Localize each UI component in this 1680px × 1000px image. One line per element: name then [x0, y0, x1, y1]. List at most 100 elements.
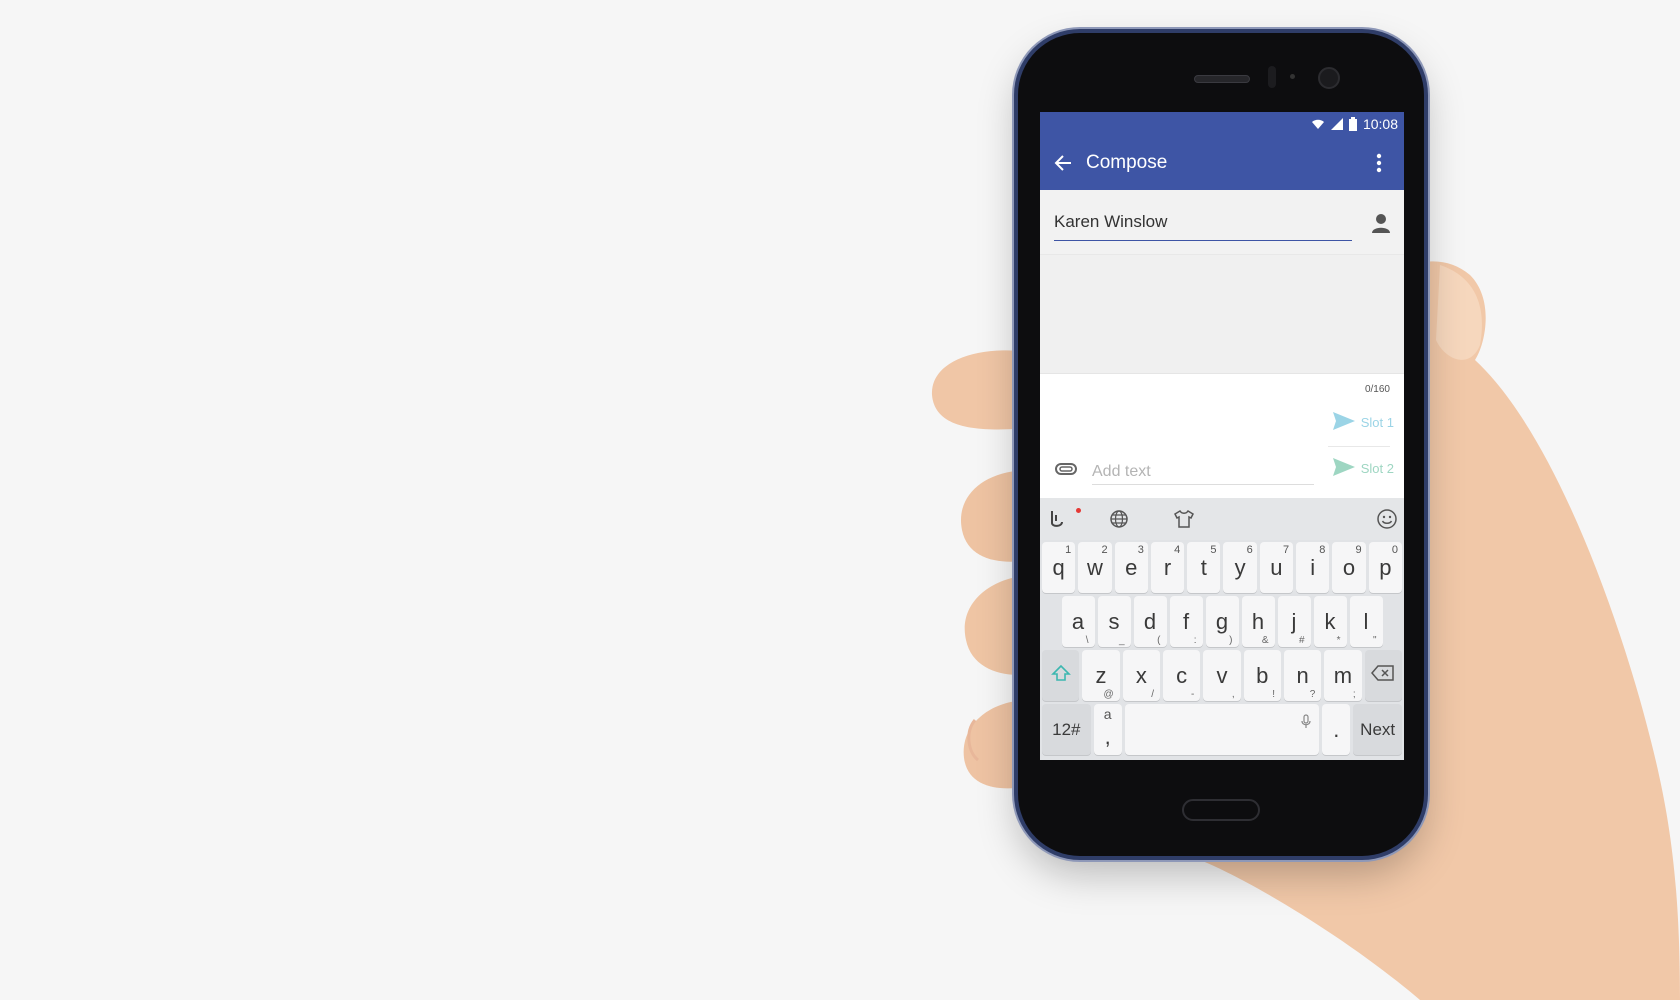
key-label: c — [1176, 662, 1188, 688]
key-label: h — [1251, 608, 1265, 634]
recipient-field[interactable]: Karen Winslow — [1054, 210, 1352, 241]
key-label: t — [1200, 554, 1207, 580]
key-p[interactable]: p0 — [1368, 542, 1402, 593]
key-symbol-hint: \ — [1085, 635, 1089, 646]
app-toolbar: Compose — [1040, 136, 1404, 190]
key-number-hint: 9 — [1355, 544, 1362, 556]
theme-shirt-icon[interactable] — [1171, 506, 1197, 532]
key-j[interactable]: j # — [1277, 596, 1311, 647]
key-symbol-hint: / — [1151, 689, 1154, 700]
key-label: m — [1333, 662, 1353, 688]
key-x[interactable]: x / — [1122, 650, 1160, 701]
hand-illustration — [931, 261, 1680, 1000]
key-symbol-hint: _ — [1118, 635, 1125, 646]
keyboard-row-3: z @ x / c - v, b! n? m; — [1042, 650, 1402, 701]
space-key[interactable] — [1124, 704, 1320, 755]
slot-divider — [1328, 446, 1390, 447]
key-number-hint: 2 — [1101, 544, 1108, 556]
back-arrow-icon[interactable] — [1040, 136, 1086, 190]
notification-dot — [1076, 508, 1081, 513]
key-v[interactable]: v, — [1203, 650, 1241, 701]
key-d[interactable]: d( — [1133, 596, 1167, 647]
more-vert-icon[interactable] — [1362, 146, 1396, 180]
person-icon[interactable] — [1368, 210, 1394, 236]
key-number-hint: 0 — [1391, 544, 1398, 556]
key-r[interactable]: r4 — [1150, 542, 1185, 593]
key-y[interactable]: y6 — [1223, 542, 1257, 593]
key-label: f — [1182, 608, 1190, 634]
key-label: n — [1296, 662, 1309, 688]
handwriting-icon[interactable] — [1044, 506, 1070, 532]
key-label: j — [1291, 608, 1297, 634]
send-slot2-button[interactable]: Slot 2 — [1332, 458, 1394, 479]
soft-keyboard: q1w2e3r4t5y6u7i8o9p0 a \ s _ d(f: g) h & j # k * l " … — [1040, 540, 1404, 760]
key-symbol-hint: @ — [1103, 689, 1114, 700]
phone-screen: 10:08 Compose Karen Winslow 0/160 Slot 1… — [1040, 112, 1404, 760]
symbols-key[interactable]: 12# — [1042, 704, 1091, 755]
key-n[interactable]: n? — [1283, 650, 1322, 701]
keyboard-row-4: 12# a , . Next — [1042, 704, 1402, 755]
key-t[interactable]: t5 — [1187, 542, 1221, 593]
key-label: s — [1108, 608, 1120, 634]
key-o[interactable]: o9 — [1332, 542, 1366, 593]
key-a[interactable]: a \ — [1061, 596, 1095, 647]
key-e[interactable]: e3 — [1114, 542, 1148, 593]
key-label: g — [1215, 608, 1229, 634]
key-i[interactable]: i8 — [1296, 542, 1330, 593]
key-label: e — [1125, 554, 1138, 580]
attach-icon[interactable] — [1054, 460, 1078, 478]
send-icon — [1332, 412, 1355, 433]
key-h[interactable]: h & — [1241, 596, 1275, 647]
period-key[interactable]: . — [1322, 704, 1351, 755]
key-symbol-hint: & — [1261, 635, 1269, 646]
status-time: 10:08 — [1362, 116, 1398, 132]
key-l[interactable]: l " — [1349, 596, 1383, 647]
shift-key[interactable] — [1042, 650, 1080, 701]
key-number-hint: 7 — [1282, 544, 1290, 556]
key-label: i — [1310, 554, 1316, 580]
keyboard-row-1: q1w2e3r4t5y6u7i8o9p0 — [1042, 542, 1402, 593]
key-number-hint: 8 — [1319, 544, 1326, 556]
key-number-hint: 6 — [1246, 544, 1253, 556]
key-w[interactable]: w2 — [1078, 542, 1112, 593]
key-s[interactable]: s _ — [1097, 596, 1131, 647]
key-f[interactable]: f: — [1169, 596, 1203, 647]
key-symbol-hint: , — [1231, 689, 1235, 700]
key-c[interactable]: c- — [1162, 650, 1201, 701]
key-q[interactable]: q1 — [1042, 542, 1076, 593]
key-label: o — [1342, 554, 1356, 580]
key-m[interactable]: m; — [1324, 650, 1362, 701]
signal-icon — [1330, 118, 1343, 130]
key-symbol-hint: : — [1193, 635, 1197, 646]
key-g[interactable]: g) — [1205, 596, 1239, 647]
key-label: z — [1095, 662, 1107, 688]
wifi-icon — [1311, 118, 1325, 130]
key-u[interactable]: u7 — [1259, 542, 1294, 593]
message-input[interactable]: Add text — [1092, 462, 1314, 485]
key-label: d — [1143, 608, 1157, 634]
page-title: Compose — [1086, 152, 1168, 173]
comma-key[interactable]: a , — [1093, 704, 1122, 755]
key-label: x — [1135, 662, 1147, 688]
phone-frame: 10:08 Compose Karen Winslow 0/160 Slot 1… — [1018, 33, 1424, 856]
home-button[interactable] — [1182, 799, 1260, 821]
backspace-key[interactable] — [1364, 650, 1402, 701]
front-camera — [1318, 67, 1340, 89]
key-label: v — [1216, 662, 1228, 688]
compose-section: 0/160 Slot 1 Slot 2 Add text — [1040, 373, 1404, 498]
globe-icon[interactable] — [1106, 506, 1132, 532]
key-symbol-hint: ) — [1229, 635, 1233, 646]
emoji-icon[interactable] — [1374, 506, 1400, 532]
key-z[interactable]: z @ — [1082, 650, 1120, 701]
key-b[interactable]: b! — [1243, 650, 1281, 701]
comma-key-top: a — [1103, 706, 1112, 722]
key-symbol-hint: ! — [1272, 689, 1275, 700]
send-slot1-button[interactable]: Slot 1 — [1332, 412, 1394, 433]
proximity-dot — [1290, 74, 1295, 79]
key-symbol-hint: # — [1298, 635, 1305, 646]
key-k[interactable]: k * — [1313, 596, 1347, 647]
keyboard-toolbar — [1040, 498, 1404, 540]
key-number-hint: 4 — [1174, 544, 1181, 556]
next-key[interactable]: Next — [1353, 704, 1402, 755]
slot1-label: Slot 1 — [1360, 415, 1394, 430]
